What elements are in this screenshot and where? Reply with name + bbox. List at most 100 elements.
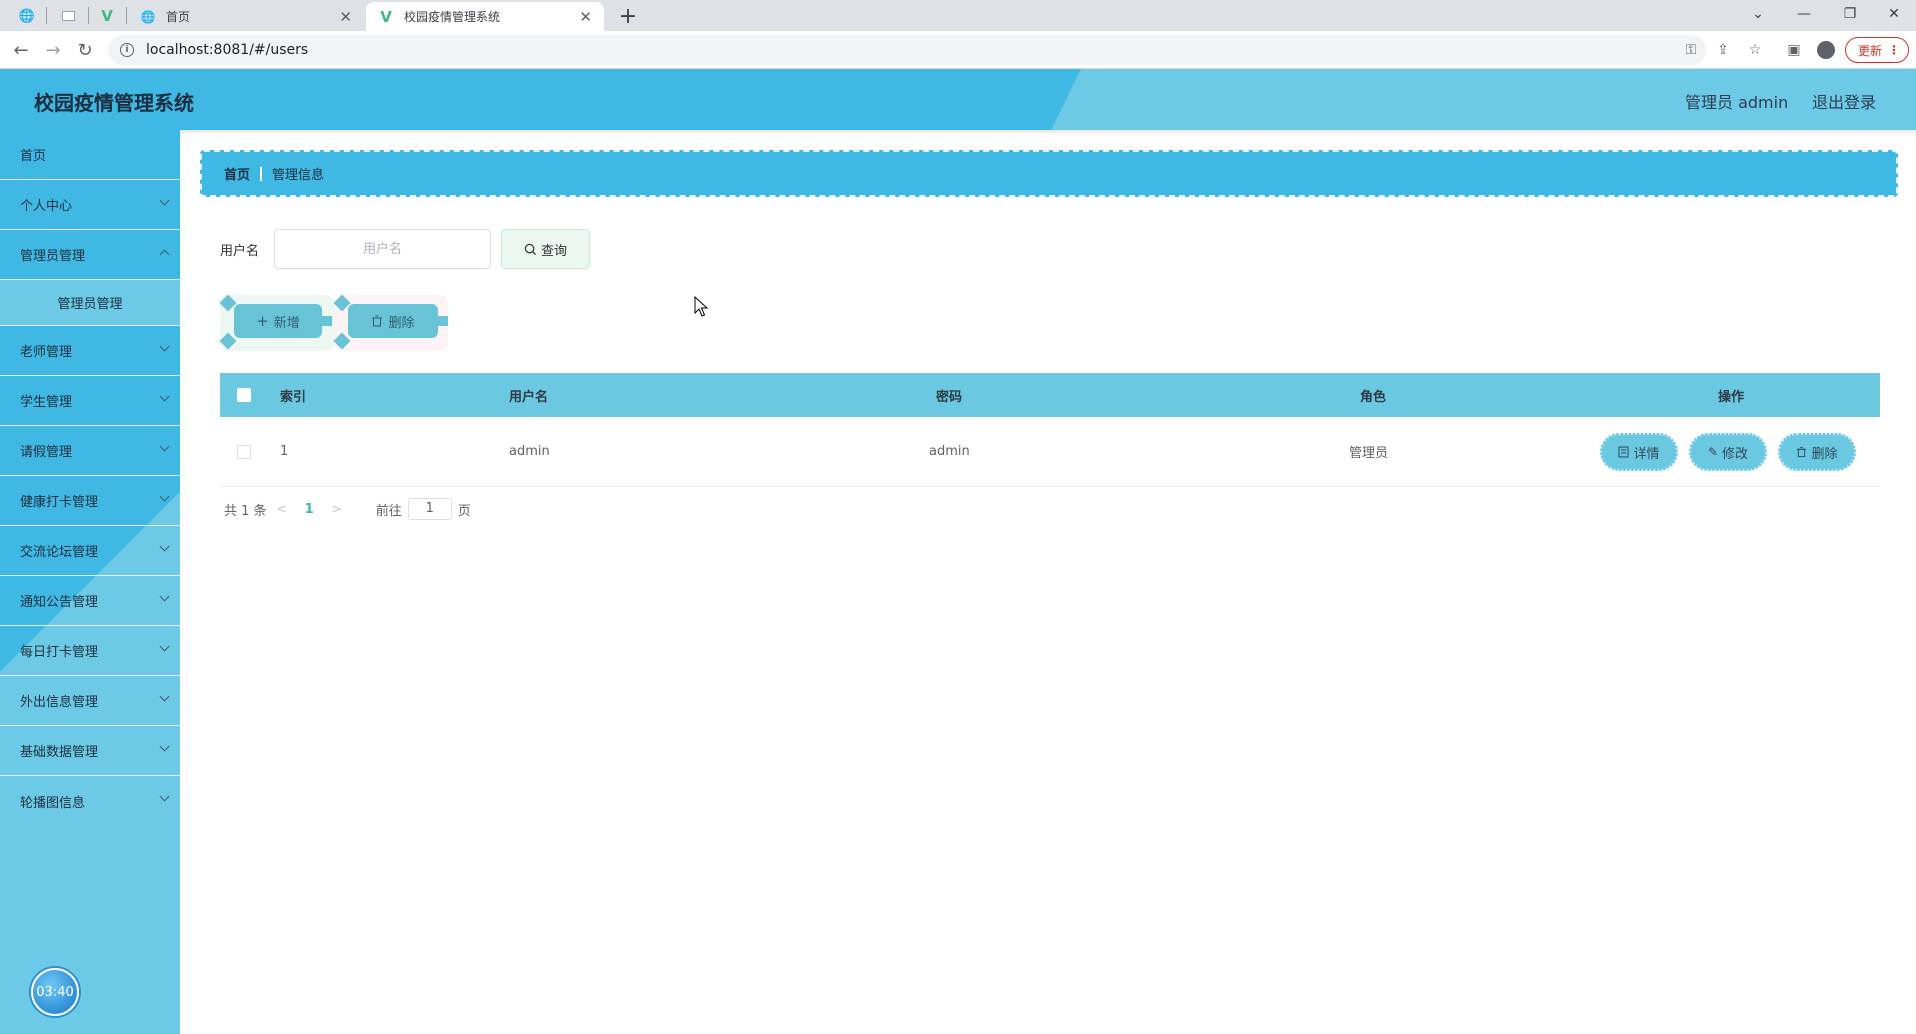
vue-logo-icon[interactable]: V xyxy=(92,5,122,27)
bookmark-star-icon[interactable]: ☆ xyxy=(1744,39,1766,61)
address-bar[interactable]: i localhost:8081/#/users xyxy=(108,35,1706,65)
sidebar-item-label: 轮播图信息 xyxy=(20,795,86,811)
sidebar-item-health-checkin[interactable]: 健康打卡管理 xyxy=(0,476,180,526)
sidebar-item-forum-management[interactable]: 交流论坛管理 xyxy=(0,526,180,576)
chevron-down-icon xyxy=(159,195,170,206)
tab-title: 校园疫情管理系统 xyxy=(404,10,501,24)
edit-pencil-icon: ✎ xyxy=(1707,445,1719,459)
chevron-up-icon xyxy=(159,249,170,260)
goto-page-input[interactable]: 1 xyxy=(407,498,452,520)
more-menu-icon: ⋮ xyxy=(1888,43,1900,57)
sidebar-item-carousel[interactable]: 轮播图信息 xyxy=(0,776,180,826)
close-icon[interactable]: ✕ xyxy=(579,8,592,26)
mouse-cursor-icon xyxy=(694,296,708,317)
browser-tabstrip: 🌐 V 🌐 首页 ✕ V 校园疫情管理系统 ✕ + ⌄ — ❐ ✕ xyxy=(0,0,1916,31)
column-header-username: 用户名 xyxy=(509,389,549,405)
row-checkbox[interactable] xyxy=(237,445,251,459)
sidebar-item-label: 老师管理 xyxy=(20,345,73,360)
sidebar-item-admin-management[interactable]: 管理员管理 xyxy=(0,230,180,280)
decor-tail xyxy=(320,316,332,326)
chevron-down-icon xyxy=(159,341,170,352)
blank-page-icon[interactable] xyxy=(53,5,83,27)
sidebar-item-student-management[interactable]: 学生管理 xyxy=(0,376,180,426)
minimize-button[interactable]: — xyxy=(1782,0,1826,28)
row-delete-button-label: 删除 xyxy=(1811,446,1838,462)
table-header: 索引 用户名 密码 角色 操作 xyxy=(220,373,1880,417)
window-close-button[interactable]: ✕ xyxy=(1872,0,1916,28)
batch-delete-button[interactable]: 删除 xyxy=(348,304,438,338)
search-button[interactable]: 查询 xyxy=(501,229,590,269)
trash-icon xyxy=(1797,446,1807,458)
forward-arrow-icon[interactable]: → xyxy=(40,37,66,63)
share-icon[interactable]: ⇪ xyxy=(1712,39,1734,61)
back-arrow-icon[interactable]: ← xyxy=(8,37,34,63)
sidebar-item-leave-management[interactable]: 请假管理 xyxy=(0,426,180,476)
page-number[interactable]: 1 xyxy=(305,502,314,517)
new-tab-button[interactable]: + xyxy=(614,2,642,30)
clock-widget: 03:40 xyxy=(31,968,79,1016)
column-header-actions: 操作 xyxy=(1718,389,1745,405)
add-button[interactable]: + 新增 xyxy=(234,304,322,338)
row-delete-button[interactable]: 删除 xyxy=(1778,433,1856,471)
update-label: 更新 xyxy=(1858,43,1883,58)
key-icon[interactable]: ⚿ xyxy=(1680,39,1702,61)
next-page-icon[interactable]: > xyxy=(332,502,342,516)
chevron-down-icon xyxy=(159,691,170,702)
sidebar-item-label: 每日打卡管理 xyxy=(20,645,99,660)
add-button-wrapper: + 新增 xyxy=(219,294,334,351)
sidebar-item-label: 外出信息管理 xyxy=(20,695,99,710)
column-header-index: 索引 xyxy=(280,389,307,405)
username-search-input[interactable] xyxy=(274,229,491,269)
update-button[interactable]: 更新 ⋮ xyxy=(1845,37,1909,63)
select-all-checkbox[interactable] xyxy=(237,388,251,402)
side-panel-icon[interactable]: ▣ xyxy=(1783,39,1805,61)
app-title: 校园疫情管理系统 xyxy=(34,91,194,115)
restore-button[interactable]: ❐ xyxy=(1828,0,1872,28)
sidebar-item-home[interactable]: 首页 xyxy=(0,130,180,180)
browser-tab-home[interactable]: 🌐 首页 ✕ xyxy=(128,2,364,31)
pagination-total: 共 1 条 xyxy=(224,503,267,519)
breadcrumb-home[interactable]: 首页 xyxy=(224,164,250,183)
edit-button[interactable]: ✎ 修改 xyxy=(1689,433,1767,471)
tab-search-chevron-icon[interactable]: ⌄ xyxy=(1736,0,1780,28)
column-header-role: 角色 xyxy=(1360,389,1387,405)
sidebar-item-label: 个人中心 xyxy=(20,199,73,214)
column-header-password: 密码 xyxy=(936,389,963,405)
chevron-down-icon xyxy=(159,791,170,802)
reload-icon[interactable]: ↻ xyxy=(72,37,98,63)
cell-role: 管理员 xyxy=(1349,446,1389,461)
sidebar-item-teacher-management[interactable]: 老师管理 xyxy=(0,326,180,376)
search-icon xyxy=(524,243,537,255)
goto-suffix: 页 xyxy=(457,503,471,519)
globe-icon[interactable]: 🌐 xyxy=(12,5,42,27)
detail-button[interactable]: 详情 xyxy=(1600,433,1678,471)
decor-tail xyxy=(436,316,448,326)
browser-tab-active[interactable]: V 校园疫情管理系统 ✕ xyxy=(366,2,604,31)
chevron-down-icon xyxy=(159,641,170,652)
sidebar-item-personal-center[interactable]: 个人中心 xyxy=(0,180,180,230)
profile-avatar-icon[interactable] xyxy=(1815,39,1837,61)
sidebar-subitem-admin-management[interactable]: 管理员管理 xyxy=(0,280,180,326)
sidebar-item-notice-management[interactable]: 通知公告管理 xyxy=(0,576,180,626)
sidebar-item-base-data[interactable]: 基础数据管理 xyxy=(0,726,180,776)
prev-page-icon[interactable]: < xyxy=(277,502,287,516)
detail-button-label: 详情 xyxy=(1633,446,1660,462)
site-info-icon[interactable]: i xyxy=(120,43,134,57)
sidebar-item-outing-info[interactable]: 外出信息管理 xyxy=(0,676,180,726)
chevron-down-icon xyxy=(159,491,170,502)
delete-button-wrapper: 删除 xyxy=(333,294,448,351)
sidebar: 首页 个人中心 管理员管理 管理员管理 老师管理 学生管理 请假管理 健康打卡管… xyxy=(0,130,180,1034)
sidebar-item-label: 通知公告管理 xyxy=(20,595,99,610)
tab-separator xyxy=(46,7,47,24)
search-label: 用户名 xyxy=(220,244,260,259)
app-header: 校园疫情管理系统 管理员 admin 退出登录 xyxy=(0,69,1916,130)
close-icon[interactable]: ✕ xyxy=(339,8,352,26)
sidebar-item-daily-checkin[interactable]: 每日打卡管理 xyxy=(0,626,180,676)
sidebar-item-label: 管理员管理 xyxy=(20,249,86,264)
sidebar-item-label: 管理员管理 xyxy=(57,297,123,312)
browser-toolbar: ← → ↻ i localhost:8081/#/users ⚿ ⇪ ☆ ▣ 更… xyxy=(0,31,1916,69)
table-row: 1 admin admin 管理员 详情 ✎ 修改 删除 xyxy=(220,417,1880,487)
logout-link[interactable]: 退出登录 xyxy=(1812,89,1876,113)
cell-password: admin xyxy=(929,444,970,459)
chevron-down-icon xyxy=(159,741,170,752)
